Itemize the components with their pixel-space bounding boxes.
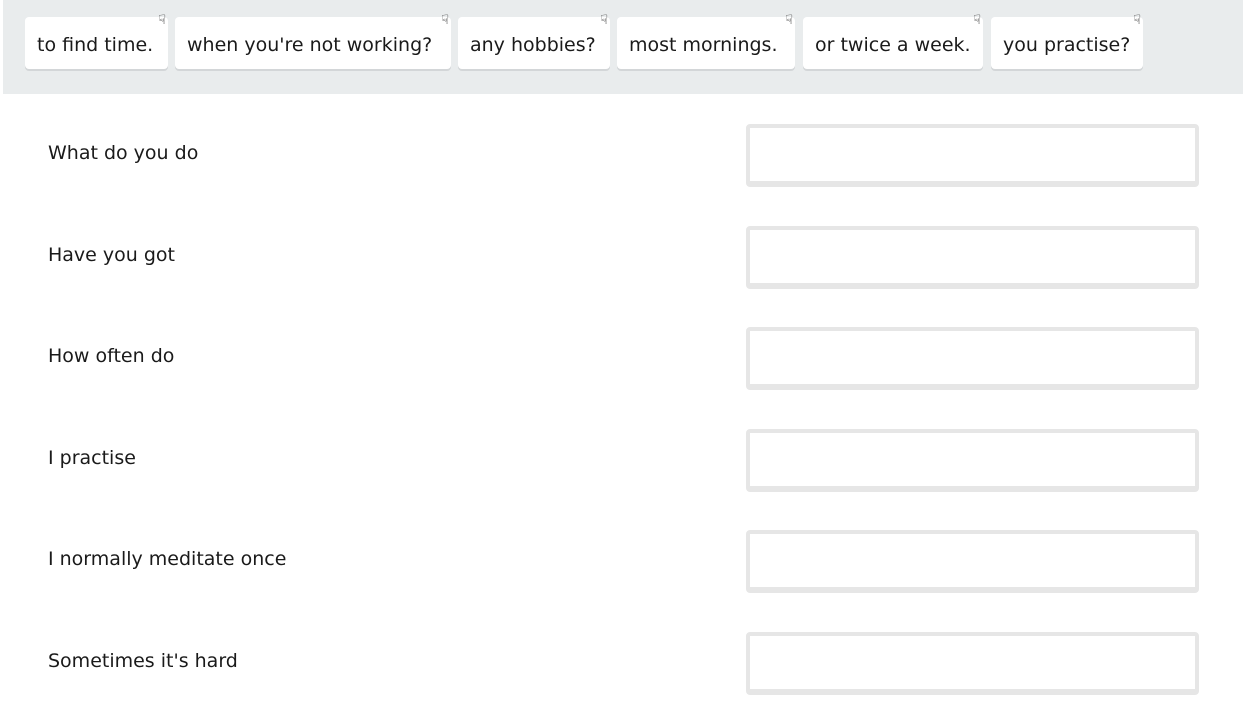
answer-drop-zone[interactable] (746, 225, 1199, 289)
prompt-text: Sometimes it's hard (48, 649, 238, 672)
chip-label: to find time. (37, 34, 154, 56)
hand-pointing-down-icon: ☟ (785, 13, 793, 28)
prompt-text: I practise (48, 446, 136, 469)
draggable-word-chip[interactable]: most mornings. ☟ (617, 13, 795, 69)
draggable-word-chip[interactable]: you practise? ☟ (991, 13, 1143, 69)
question-row: I normally meditate once (0, 530, 1243, 594)
answer-drop-zone[interactable] (746, 631, 1199, 695)
draggable-word-chip[interactable]: any hobbies? ☟ (458, 13, 610, 69)
answer-drop-zone[interactable] (746, 428, 1199, 492)
hand-pointing-down-icon: ☟ (973, 13, 981, 28)
chip-label: most mornings. (629, 34, 778, 56)
draggable-word-chip[interactable]: when you're not working? ☟ (175, 13, 451, 69)
hand-pointing-down-icon: ☟ (1133, 13, 1141, 28)
question-row: I practise (0, 428, 1243, 493)
chip-label: or twice a week. (815, 34, 971, 56)
prompt-text: How often do (48, 345, 175, 367)
chip-label: any hobbies? (470, 34, 596, 56)
answer-drop-zone[interactable] (746, 327, 1199, 390)
prompt-text: I normally meditate once (48, 548, 287, 570)
question-row: What do you do (0, 124, 1243, 188)
question-row: Sometimes it's hard (0, 631, 1243, 696)
hand-pointing-down-icon: ☟ (441, 13, 449, 28)
question-row: How often do (0, 327, 1243, 391)
prompt-text: Have you got (48, 243, 175, 266)
answer-drop-zone[interactable] (746, 530, 1199, 593)
hand-pointing-down-icon: ☟ (158, 13, 166, 28)
chip-label: when you're not working? (187, 34, 433, 56)
draggable-word-chip[interactable]: to find time. ☟ (25, 13, 168, 69)
question-row: Have you got (0, 225, 1243, 290)
answer-drop-zone[interactable] (746, 124, 1199, 187)
hand-pointing-down-icon: ☟ (600, 13, 608, 28)
prompt-text: What do you do (48, 142, 199, 164)
chip-label: you practise? (1003, 34, 1131, 56)
draggable-word-chip[interactable]: or twice a week. ☟ (803, 13, 983, 69)
